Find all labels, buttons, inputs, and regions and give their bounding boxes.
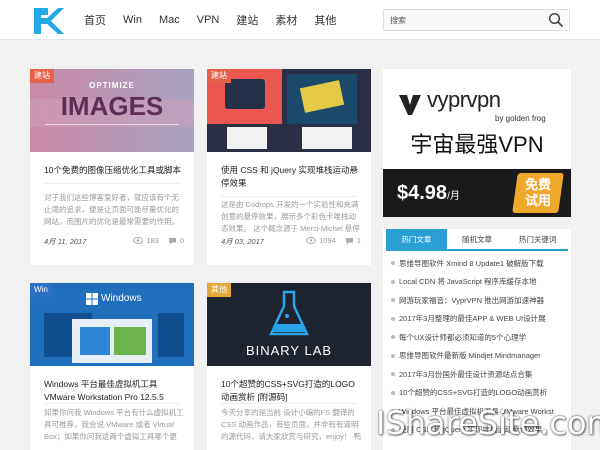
nav-win[interactable]: Win bbox=[123, 14, 142, 26]
site-logo[interactable] bbox=[34, 8, 64, 34]
watermark: IShareSite.com bbox=[376, 404, 600, 442]
list-item-label: Local CDN 将 JavaScript 程序库缓存本地 bbox=[399, 277, 537, 287]
category-tag[interactable]: Win bbox=[30, 283, 52, 297]
category-tag[interactable]: 其他 bbox=[207, 283, 231, 297]
list-item[interactable]: Local CDN 将 JavaScript 程序库缓存本地 bbox=[391, 273, 563, 292]
flask-logo-icon bbox=[269, 290, 309, 336]
post-title[interactable]: Windows 平台最佳虚拟机工具 VMware Workstation Pro… bbox=[44, 378, 184, 404]
list-item-label: 10个超赞的CSS+SVG打造的LOGO动画赏析 bbox=[399, 388, 548, 398]
header: 首页 Win Mac VPN 建站 素材 其他 bbox=[0, 0, 600, 40]
view-count: 183 bbox=[146, 236, 159, 245]
post-thumbnail[interactable]: BINARY LAB 其他 bbox=[207, 283, 371, 366]
list-item[interactable]: 思维导图软件 Xmind 8 Update1 破解版下载 bbox=[391, 254, 563, 273]
post-title[interactable]: 使用 CSS 和 jQuery 实现堆栈运动悬停效果 bbox=[221, 164, 361, 190]
tab-hot-keywords[interactable]: 热门关键词 bbox=[507, 229, 568, 249]
post-thumbnail[interactable]: OPTIMIZE IMAGES 建站 bbox=[30, 69, 194, 152]
sidebar-tabs: 热门文章 随机文章 热门关键词 bbox=[386, 229, 568, 251]
ad-slogan: 宇宙最强VPN bbox=[410, 132, 544, 157]
category-tag[interactable]: 建站 bbox=[207, 69, 231, 83]
bullet-icon bbox=[391, 390, 395, 395]
nav-build-site[interactable]: 建站 bbox=[236, 12, 258, 28]
comment-count: 0 bbox=[179, 236, 184, 245]
bullet-icon bbox=[391, 298, 395, 303]
tab-hot-posts[interactable]: 热门文章 bbox=[386, 229, 447, 249]
vpn-ad-banner[interactable]: vyprvpn by golden frog 宇宙最强VPN $4.98/月 免… bbox=[383, 69, 571, 217]
nav-other[interactable]: 其他 bbox=[314, 12, 336, 28]
bullet-icon bbox=[391, 316, 395, 321]
list-item-label: 2017年3月份国外最佳设计资源站点合集 bbox=[399, 369, 533, 379]
nav-vpn[interactable]: VPN bbox=[197, 14, 220, 26]
post-excerpt: 今天分享的是当前 设计小编的FS 翻译的CSS 动画作品，有些页面，并非有有道明… bbox=[221, 408, 361, 441]
post-excerpt: 对于我们这些博客爱好者，就应该有个无止境的追求，便是让页面可能尽量优化的网站，而… bbox=[44, 193, 179, 226]
post-stats: 1094 1 bbox=[306, 236, 361, 245]
list-item-label: 网游玩家福音：VyprVPN 推出网游加速神器 bbox=[399, 295, 545, 305]
post-excerpt: 这是由 Codrops 开发的一个实验性和充满创意的悬停效果，展示多个彩色卡堆栈… bbox=[221, 200, 360, 233]
list-item-label: 思维导图软件 Xmind 8 Update1 破解版下载 bbox=[399, 258, 544, 268]
category-tag[interactable]: 建站 bbox=[30, 69, 54, 83]
ad-price: $4.98/月 bbox=[397, 182, 460, 205]
list-item-label: 思维导图软件最新版 Mindjet Mindmanager bbox=[399, 351, 541, 361]
comment-icon bbox=[168, 237, 176, 244]
post-thumbnail[interactable]: Windows Win bbox=[30, 283, 194, 366]
ad-free-trial-button[interactable]: 免费试用 bbox=[512, 173, 564, 213]
post-card[interactable]: Windows Win Windows 平台最佳虚拟机工具 VMware Wor… bbox=[30, 283, 194, 450]
view-count: 1094 bbox=[319, 236, 336, 245]
list-item[interactable]: 2017年3月份国外最佳设计资源站点合集 bbox=[391, 365, 563, 384]
list-item[interactable]: 每个UX设计师都必须知道的5个心理学 bbox=[391, 328, 563, 347]
list-item[interactable]: 2017年3月整理的最佳APP & WEB UI设计展 bbox=[391, 310, 563, 329]
comment-count: 1 bbox=[356, 236, 361, 245]
post-title[interactable]: 10个超赞的CSS+SVG打造的LOGO动画赏析 [附源码] bbox=[221, 378, 361, 404]
bullet-icon bbox=[391, 353, 395, 358]
main-nav: 首页 Win Mac VPN 建站 素材 其他 bbox=[84, 0, 353, 40]
bullet-icon bbox=[391, 261, 395, 266]
post-date: 4月 11, 2017 bbox=[44, 237, 87, 246]
tab-random-posts[interactable]: 随机文章 bbox=[447, 229, 508, 249]
ad-brand: vyprvpn bbox=[427, 87, 501, 112]
ad-free-trial-label: 免费试用 bbox=[524, 177, 551, 208]
list-item-label: 2017年3月整理的最佳APP & WEB UI设计展 bbox=[399, 314, 546, 324]
list-item[interactable]: 思维导图软件最新版 Mindjet Mindmanager bbox=[391, 347, 563, 366]
eye-icon bbox=[133, 237, 144, 244]
ad-byline: by golden frog bbox=[495, 114, 546, 123]
thumb-caption: OPTIMIZE bbox=[89, 81, 135, 90]
bullet-icon bbox=[391, 372, 395, 377]
search-input[interactable] bbox=[384, 10, 544, 30]
post-stats: 183 0 bbox=[133, 236, 184, 245]
post-title[interactable]: 10个免费的图像压缩优化工具或脚本 bbox=[44, 164, 184, 177]
post-card[interactable]: BINARY LAB 其他 10个超赞的CSS+SVG打造的LOGO动画赏析 [… bbox=[207, 283, 371, 450]
post-thumbnail[interactable]: 建站 bbox=[207, 69, 371, 152]
bullet-icon bbox=[391, 335, 395, 340]
vyprvpn-logo-icon bbox=[399, 95, 421, 115]
list-item-label: 每个UX设计师都必须知道的5个心理学 bbox=[399, 332, 527, 342]
nav-assets[interactable]: 素材 bbox=[275, 12, 297, 28]
post-date: 4月 03, 2017 bbox=[221, 237, 264, 246]
ad-price-value: $4.98 bbox=[397, 182, 448, 204]
comment-icon bbox=[345, 237, 353, 244]
list-item[interactable]: 10个超赞的CSS+SVG打造的LOGO动画赏析 bbox=[391, 384, 563, 403]
thumb-caption: BINARY LAB bbox=[245, 343, 333, 358]
windows-logo-icon bbox=[86, 293, 98, 305]
search-box bbox=[383, 9, 570, 31]
thumb-caption: Windows bbox=[101, 293, 142, 304]
post-excerpt: 如果你问我 Windows 平台有什么虚拟机工具可推荐，我会说 VMware 或… bbox=[44, 408, 184, 441]
eye-icon bbox=[306, 237, 317, 244]
nav-home[interactable]: 首页 bbox=[84, 12, 106, 28]
search-icon[interactable] bbox=[548, 12, 564, 28]
ad-price-unit: /月 bbox=[447, 191, 460, 202]
nav-mac[interactable]: Mac bbox=[159, 14, 180, 26]
post-card[interactable]: OPTIMIZE IMAGES 建站 10个免费的图像压缩优化工具或脚本 对于我… bbox=[30, 69, 194, 265]
thumb-caption: IMAGES bbox=[60, 91, 164, 121]
list-item[interactable]: 网游玩家福音：VyprVPN 推出网游加速神器 bbox=[391, 291, 563, 310]
post-card[interactable]: 建站 使用 CSS 和 jQuery 实现堆栈运动悬停效果 这是由 Codrop… bbox=[207, 69, 371, 265]
bullet-icon bbox=[391, 279, 395, 284]
